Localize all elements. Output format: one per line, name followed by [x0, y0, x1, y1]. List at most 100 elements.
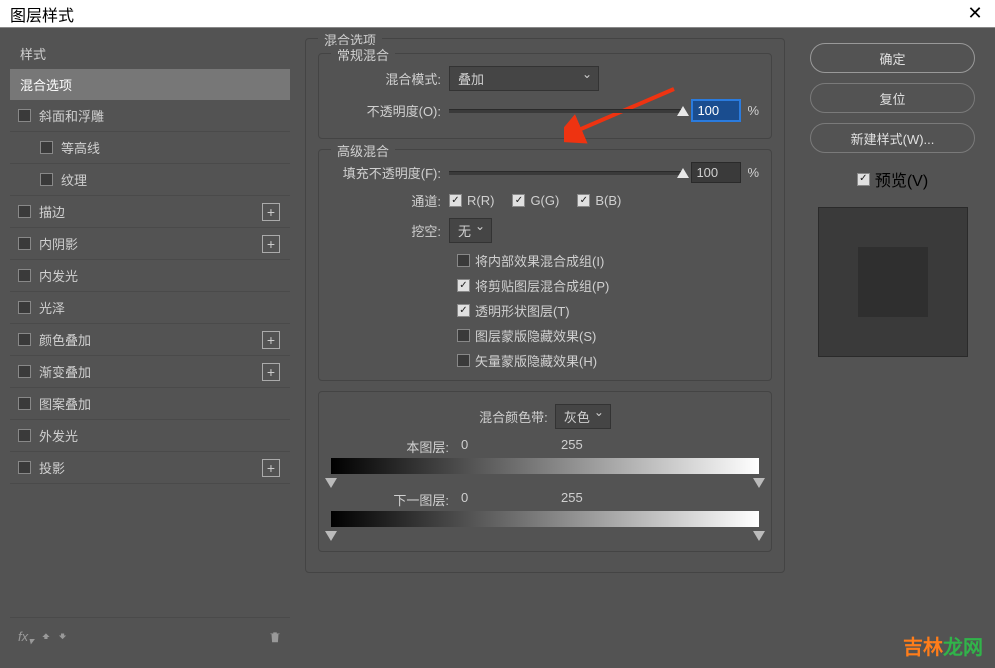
- opt-transparency-shapes-checkbox[interactable]: [457, 304, 470, 317]
- sidebar-item-label: 渐变叠加: [39, 362, 91, 381]
- blend-options-section: 混合选项 常规混合 混合模式: 叠加 不透明度(O): %: [305, 38, 785, 573]
- fx-menu-icon[interactable]: fx▾: [18, 629, 34, 648]
- opacity-input[interactable]: [691, 99, 741, 122]
- channel-g-checkbox[interactable]: [512, 194, 525, 207]
- knockout-label: 挖空:: [331, 221, 449, 240]
- blend-if-dropdown[interactable]: 灰色: [555, 404, 611, 429]
- opacity-slider[interactable]: [449, 109, 683, 113]
- channel-r-checkbox[interactable]: [449, 194, 462, 207]
- under-layer-hi: 255: [561, 490, 661, 509]
- sidebar-item-stroke[interactable]: 描边 +: [10, 196, 290, 228]
- this-layer-gradient[interactable]: [331, 458, 759, 474]
- sidebar-item-blend-options[interactable]: 混合选项: [10, 69, 290, 100]
- sidebar-item-label: 投影: [39, 458, 65, 477]
- sidebar-item-inner-glow[interactable]: 内发光: [10, 260, 290, 292]
- sidebar-footer: fx▾ 🠹 🠻: [10, 617, 290, 658]
- fill-unit: %: [747, 165, 759, 180]
- under-layer-lo: 0: [461, 490, 561, 509]
- plus-icon[interactable]: +: [262, 331, 280, 349]
- plus-icon[interactable]: +: [262, 363, 280, 381]
- this-layer-hi: 255: [561, 437, 661, 456]
- sidebar-item-label: 斜面和浮雕: [39, 106, 104, 125]
- plus-icon[interactable]: +: [262, 203, 280, 221]
- general-title: 常规混合: [331, 45, 395, 64]
- this-layer-lo: 0: [461, 437, 561, 456]
- checkbox[interactable]: [18, 269, 31, 282]
- plus-icon[interactable]: +: [262, 235, 280, 253]
- sidebar: 样式 混合选项 斜面和浮雕 等高线 纹理 描边 + 内阴影 + 内发光 光泽 颜色叠…: [0, 28, 290, 668]
- sidebar-item-satin[interactable]: 光泽: [10, 292, 290, 324]
- main-area: 样式 混合选项 斜面和浮雕 等高线 纹理 描边 + 内阴影 + 内发光 光泽 颜色叠…: [0, 28, 995, 668]
- preview-toggle[interactable]: 预览(V): [857, 167, 928, 191]
- opt-layer-mask-hide-checkbox[interactable]: [457, 329, 470, 342]
- plus-icon[interactable]: +: [262, 459, 280, 477]
- sidebar-item-label: 图案叠加: [39, 394, 91, 413]
- blend-mode-dropdown[interactable]: 叠加: [449, 66, 599, 91]
- sidebar-item-label: 光泽: [39, 298, 65, 317]
- sidebar-item-label: 颜色叠加: [39, 330, 91, 349]
- sidebar-item-contour[interactable]: 等高线: [10, 132, 290, 164]
- sidebar-item-color-overlay[interactable]: 颜色叠加 +: [10, 324, 290, 356]
- this-layer-label: 本图层:: [331, 437, 461, 456]
- knockout-dropdown[interactable]: 无: [449, 218, 492, 243]
- general-blend-group: 常规混合 混合模式: 叠加 不透明度(O): %: [318, 53, 772, 139]
- fill-opacity-label: 填充不透明度(F):: [331, 163, 449, 182]
- sidebar-item-texture[interactable]: 纹理: [10, 164, 290, 196]
- checkbox[interactable]: [18, 205, 31, 218]
- preview-swatch: [818, 207, 968, 357]
- sidebar-item-pattern-overlay[interactable]: 图案叠加: [10, 388, 290, 420]
- blend-mode-label: 混合模式:: [331, 69, 449, 88]
- sidebar-item-label: 外发光: [39, 426, 78, 445]
- opacity-label: 不透明度(O):: [331, 101, 449, 120]
- sidebar-item-bevel[interactable]: 斜面和浮雕: [10, 100, 290, 132]
- advanced-blend-group: 高级混合 填充不透明度(F): % 通道: R(R) G(G) B(B): [318, 149, 772, 381]
- sidebar-item-label: 纹理: [61, 170, 87, 189]
- window-title: 图层样式: [10, 2, 74, 26]
- center-panel: 混合选项 常规混合 混合模式: 叠加 不透明度(O): %: [290, 28, 800, 668]
- sidebar-item-drop-shadow[interactable]: 投影 +: [10, 452, 290, 484]
- blend-if-label: 混合颜色带:: [479, 407, 548, 426]
- fill-opacity-slider[interactable]: [449, 171, 683, 175]
- channel-b-checkbox[interactable]: [577, 194, 590, 207]
- under-layer-gradient[interactable]: [331, 511, 759, 527]
- new-style-button[interactable]: 新建样式(W)...: [810, 123, 975, 153]
- trash-icon[interactable]: [268, 630, 282, 647]
- checkbox[interactable]: [18, 237, 31, 250]
- preview-checkbox[interactable]: [857, 173, 870, 186]
- checkbox[interactable]: [18, 333, 31, 346]
- under-layer-label: 下一图层:: [331, 490, 461, 509]
- blend-if-group: 混合颜色带: 灰色 本图层: 0 255 下一图层: 0 255: [318, 391, 772, 552]
- sidebar-item-gradient-overlay[interactable]: 渐变叠加 +: [10, 356, 290, 388]
- opacity-unit: %: [747, 103, 759, 118]
- opt-blend-clipped-checkbox[interactable]: [457, 279, 470, 292]
- opt-vector-mask-hide-checkbox[interactable]: [457, 354, 470, 367]
- arrow-down-icon[interactable]: 🠻: [58, 626, 67, 650]
- style-list: 斜面和浮雕 等高线 纹理 描边 + 内阴影 + 内发光 光泽 颜色叠加 + 渐变叠加 +…: [10, 100, 290, 617]
- fill-opacity-input[interactable]: [691, 162, 741, 183]
- sidebar-item-label: 描边: [39, 202, 65, 221]
- sidebar-header: 样式: [10, 38, 290, 69]
- sidebar-item-label: 内发光: [39, 266, 78, 285]
- opt-blend-interior-checkbox[interactable]: [457, 254, 470, 267]
- sidebar-item-label: 内阴影: [39, 234, 78, 253]
- checkbox[interactable]: [18, 397, 31, 410]
- checkbox[interactable]: [18, 109, 31, 122]
- sidebar-item-inner-shadow[interactable]: 内阴影 +: [10, 228, 290, 260]
- checkbox[interactable]: [18, 365, 31, 378]
- ok-button[interactable]: 确定: [810, 43, 975, 73]
- checkbox[interactable]: [18, 429, 31, 442]
- channels-label: 通道:: [331, 191, 449, 210]
- sidebar-item-outer-glow[interactable]: 外发光: [10, 420, 290, 452]
- reset-button[interactable]: 复位: [810, 83, 975, 113]
- close-icon[interactable]: ✕: [965, 3, 985, 24]
- right-panel: 确定 复位 新建样式(W)... 预览(V): [800, 28, 995, 668]
- checkbox[interactable]: [18, 461, 31, 474]
- arrow-up-icon[interactable]: 🠹: [42, 626, 51, 650]
- sidebar-item-label: 等高线: [61, 138, 100, 157]
- preview-inner: [858, 247, 928, 317]
- advanced-title: 高级混合: [331, 141, 395, 160]
- checkbox[interactable]: [40, 173, 53, 186]
- checkbox[interactable]: [18, 301, 31, 314]
- titlebar: 图层样式 ✕: [0, 0, 995, 28]
- checkbox[interactable]: [40, 141, 53, 154]
